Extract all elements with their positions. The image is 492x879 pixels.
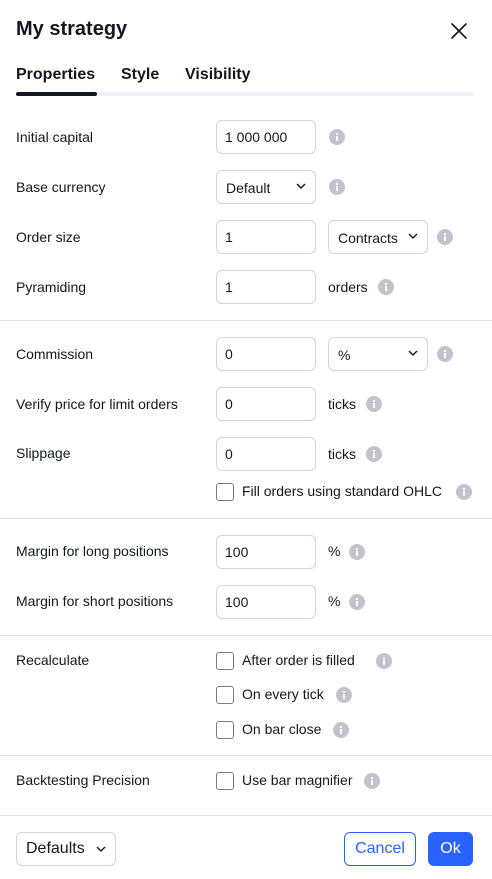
pyramiding-input[interactable]: [216, 270, 316, 304]
use-bar-magnifier-label: Use bar magnifier: [242, 772, 353, 788]
info-icon[interactable]: [376, 653, 392, 669]
recalc-after-order-filled-label: After order is filled: [242, 652, 355, 668]
base-currency-select[interactable]: Default: [216, 170, 316, 204]
close-button[interactable]: [446, 18, 472, 44]
recalculate-label: Recalculate: [16, 652, 90, 668]
checkbox-box[interactable]: [216, 483, 234, 501]
margin-short-suffix: %: [328, 593, 341, 609]
pyramiding-suffix: orders: [328, 279, 368, 295]
commission-unit-value: %: [338, 347, 351, 363]
chevron-down-icon: [296, 183, 306, 189]
info-icon[interactable]: [349, 594, 365, 610]
checkbox-box[interactable]: [216, 772, 234, 790]
fill-orders-ohlc-label: Fill orders using standard OHLC: [242, 483, 442, 499]
chevron-down-icon: [96, 846, 106, 852]
verify-price-suffix: ticks: [328, 396, 356, 412]
chevron-down-icon: [408, 233, 418, 239]
info-icon[interactable]: [349, 544, 365, 560]
recalc-on-bar-close-checkbox[interactable]: On bar close: [216, 720, 336, 740]
info-icon[interactable]: [378, 279, 394, 295]
recalc-on-bar-close-label: On bar close: [242, 721, 322, 737]
strategy-settings-dialog: My strategy Properties Style Visibility …: [0, 0, 492, 879]
initial-capital-input[interactable]: [216, 120, 316, 154]
verify-price-label: Verify price for limit orders: [16, 396, 178, 412]
order-size-label: Order size: [16, 229, 81, 245]
recalc-on-every-tick-checkbox[interactable]: On every tick: [216, 685, 336, 705]
chevron-down-icon: [408, 350, 418, 356]
recalc-after-order-filled-checkbox[interactable]: After order is filled: [216, 651, 376, 671]
info-icon[interactable]: [366, 446, 382, 462]
info-icon[interactable]: [437, 229, 453, 245]
initial-capital-label: Initial capital: [16, 129, 94, 145]
order-size-unit-select[interactable]: Contracts: [328, 220, 428, 254]
footer-divider: [0, 815, 492, 816]
cancel-button[interactable]: Cancel: [344, 832, 416, 866]
slippage-input[interactable]: [216, 437, 316, 471]
margin-short-input[interactable]: [216, 585, 316, 619]
fill-orders-ohlc-checkbox[interactable]: Fill orders using standard OHLC: [216, 482, 456, 502]
info-icon[interactable]: [336, 687, 352, 703]
info-icon[interactable]: [329, 129, 345, 145]
checkbox-box[interactable]: [216, 652, 234, 670]
checkbox-box[interactable]: [216, 721, 234, 739]
use-bar-magnifier-checkbox[interactable]: Use bar magnifier: [216, 771, 366, 791]
dialog-title: My strategy: [16, 18, 128, 40]
defaults-dropdown[interactable]: Defaults: [16, 832, 116, 866]
section-divider: [0, 635, 492, 636]
order-size-input[interactable]: [216, 220, 316, 254]
tab-active-indicator: [16, 92, 97, 96]
info-icon[interactable]: [364, 773, 380, 789]
info-icon[interactable]: [437, 346, 453, 362]
margin-long-suffix: %: [328, 543, 341, 559]
tab-properties[interactable]: Properties: [16, 66, 95, 84]
tab-style[interactable]: Style: [121, 66, 159, 84]
info-icon[interactable]: [456, 484, 472, 500]
recalc-on-every-tick-label: On every tick: [242, 686, 324, 702]
backtesting-precision-label: Backtesting Precision: [16, 772, 150, 788]
tab-visibility[interactable]: Visibility: [185, 66, 251, 84]
base-currency-value: Default: [226, 180, 271, 196]
ok-button[interactable]: Ok: [428, 832, 473, 866]
margin-long-input[interactable]: [216, 535, 316, 569]
order-size-unit-value: Contracts: [338, 230, 398, 246]
slippage-label: Slippage: [16, 445, 71, 461]
section-divider: [0, 755, 492, 756]
info-icon[interactable]: [329, 179, 345, 195]
commission-unit-select[interactable]: %: [328, 337, 428, 371]
pyramiding-label: Pyramiding: [16, 279, 87, 295]
section-divider: [0, 320, 492, 321]
section-divider: [0, 518, 492, 519]
commission-input[interactable]: [216, 337, 316, 371]
verify-price-input[interactable]: [216, 387, 316, 421]
defaults-label: Defaults: [26, 840, 85, 857]
close-icon: [451, 23, 467, 39]
base-currency-label: Base currency: [16, 179, 106, 195]
checkbox-box[interactable]: [216, 686, 234, 704]
slippage-suffix: ticks: [328, 446, 356, 462]
commission-label: Commission: [16, 346, 94, 362]
info-icon[interactable]: [333, 722, 349, 738]
info-icon[interactable]: [366, 396, 382, 412]
margin-short-label: Margin for short positions: [16, 593, 174, 609]
tab-bar: Properties Style Visibility: [16, 64, 474, 96]
margin-long-label: Margin for long positions: [16, 543, 169, 559]
